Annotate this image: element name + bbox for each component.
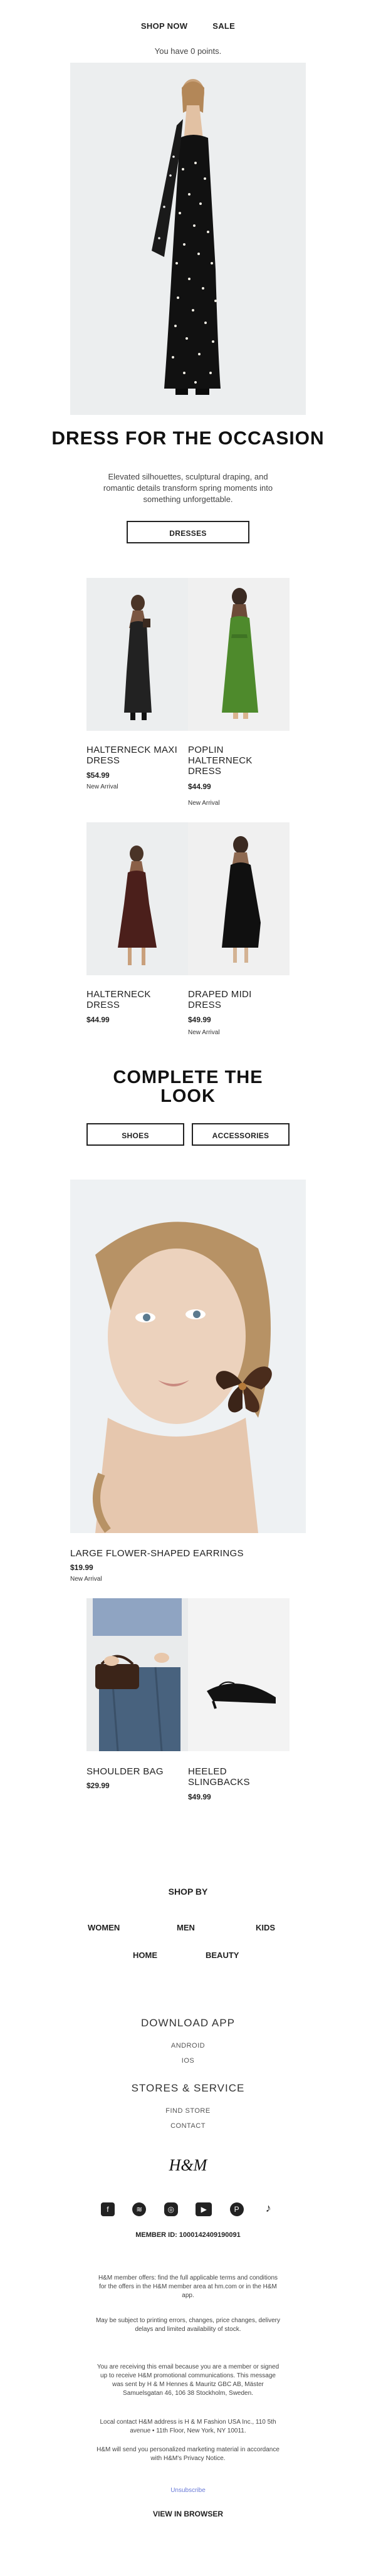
unsubscribe-link[interactable]: Unsubscribe bbox=[0, 2487, 376, 2494]
view-in-browser-link[interactable]: VIEW IN BROWSER bbox=[0, 2510, 376, 2518]
product-price: $54.99 bbox=[86, 771, 110, 780]
find-store-link[interactable]: FIND STORE bbox=[0, 2107, 376, 2115]
points-text: You have 0 points. bbox=[154, 46, 222, 56]
new-arrival-badge: New Arrival bbox=[188, 1029, 220, 1036]
android-link[interactable]: ANDROID bbox=[0, 2042, 376, 2050]
product-price: $19.99 bbox=[70, 1563, 93, 1572]
member-id-label: MEMBER ID: bbox=[135, 2231, 177, 2239]
shop-by-women[interactable]: WOMEN bbox=[88, 1923, 120, 1932]
product-name[interactable]: HALTERNECK DRESS bbox=[86, 989, 180, 1010]
pinterest-icon[interactable]: P bbox=[229, 2202, 244, 2216]
dresses-button[interactable]: DRESSES bbox=[127, 521, 249, 543]
product-image-heeled-slingbacks[interactable] bbox=[188, 1598, 290, 1751]
contact-link[interactable]: CONTACT bbox=[0, 2122, 376, 2130]
legal-text-privacy: H&M will send you personalized marketing… bbox=[97, 2446, 279, 2462]
download-app-title: DOWNLOAD APP bbox=[141, 2017, 235, 2029]
product-price: $44.99 bbox=[86, 1015, 110, 1024]
facebook-icon[interactable]: f bbox=[100, 2202, 115, 2216]
shop-by-home[interactable]: HOME bbox=[133, 1950, 157, 1960]
product-image-draped-midi[interactable] bbox=[188, 822, 290, 975]
hm-logo[interactable]: H&M bbox=[0, 2156, 376, 2175]
ios-link[interactable]: IOS bbox=[0, 2057, 376, 2065]
shop-by-title: SHOP BY bbox=[168, 1887, 208, 1897]
spotify-icon[interactable]: ≋ bbox=[132, 2202, 147, 2216]
new-arrival-badge: New Arrival bbox=[188, 800, 220, 807]
stores-service-title: STORES & SERVICE bbox=[131, 2082, 245, 2094]
accessories-button[interactable]: ACCESSORIES bbox=[192, 1123, 290, 1146]
product-image-shoulder-bag[interactable] bbox=[86, 1598, 188, 1751]
legal-text-local-contact: Local contact H&M address is H & M Fashi… bbox=[100, 2419, 276, 2434]
product-image-halterneck-maxi[interactable] bbox=[86, 578, 188, 731]
shop-by-beauty[interactable]: BEAUTY bbox=[206, 1950, 239, 1960]
new-arrival-badge: New Arrival bbox=[86, 783, 118, 790]
hero-title: DRESS FOR THE OCCASION bbox=[51, 428, 325, 449]
sale-link[interactable]: SALE bbox=[212, 21, 235, 31]
top-nav: SHOP NOW SALE bbox=[0, 21, 376, 35]
shop-by-men[interactable]: MEN bbox=[177, 1923, 195, 1932]
tiktok-icon[interactable]: ♪ bbox=[261, 2201, 275, 2215]
youtube-icon[interactable]: ▶ bbox=[196, 2202, 212, 2216]
product-image-halterneck-dress[interactable] bbox=[86, 822, 188, 975]
product-name[interactable]: POPLIN HALTERNECK DRESS bbox=[188, 745, 269, 777]
product-name[interactable]: DRAPED MIDI DRESS bbox=[188, 989, 282, 1010]
social-icons: f ≋ ◎ ▶ P ♪ bbox=[0, 2201, 376, 2216]
hero-image[interactable] bbox=[70, 63, 306, 415]
product-name[interactable]: HALTERNECK MAXI DRESS bbox=[86, 745, 182, 766]
legal-text-offers: H&M member offers: find the full applica… bbox=[98, 2275, 278, 2299]
shoes-button[interactable]: SHOES bbox=[86, 1123, 184, 1146]
instagram-icon[interactable]: ◎ bbox=[164, 2202, 178, 2216]
new-arrival-badge: New Arrival bbox=[70, 1576, 102, 1583]
legal-text-receiving: You are receiving this email because you… bbox=[97, 2364, 279, 2397]
product-price: $49.99 bbox=[188, 1015, 211, 1024]
product-price: $49.99 bbox=[188, 1793, 211, 1801]
product-price: $29.99 bbox=[86, 1781, 110, 1790]
product-price: $44.99 bbox=[188, 782, 211, 791]
complete-look-title: COMPLETE THE LOOK bbox=[113, 1067, 263, 1106]
legal-text-errors: May be subject to printing errors, chang… bbox=[95, 2317, 281, 2333]
product-name[interactable]: LARGE FLOWER-SHAPED EARRINGS bbox=[70, 1548, 306, 1559]
hero-subtitle: Elevated silhouettes, sculptural draping… bbox=[103, 472, 273, 504]
member-id-value: 1000142409190091 bbox=[179, 2231, 241, 2239]
product-image-poplin-halterneck[interactable] bbox=[188, 578, 290, 731]
earrings-feature-image[interactable] bbox=[70, 1180, 306, 1533]
member-id-row: MEMBER ID: 1000142409190091 bbox=[0, 2231, 376, 2239]
shop-by-kids[interactable]: KIDS bbox=[256, 1923, 275, 1932]
product-name[interactable]: SHOULDER BAG bbox=[86, 1766, 187, 1777]
shop-now-link[interactable]: SHOP NOW bbox=[141, 21, 187, 31]
product-name[interactable]: HEELED SLINGBACKS bbox=[188, 1766, 269, 1788]
